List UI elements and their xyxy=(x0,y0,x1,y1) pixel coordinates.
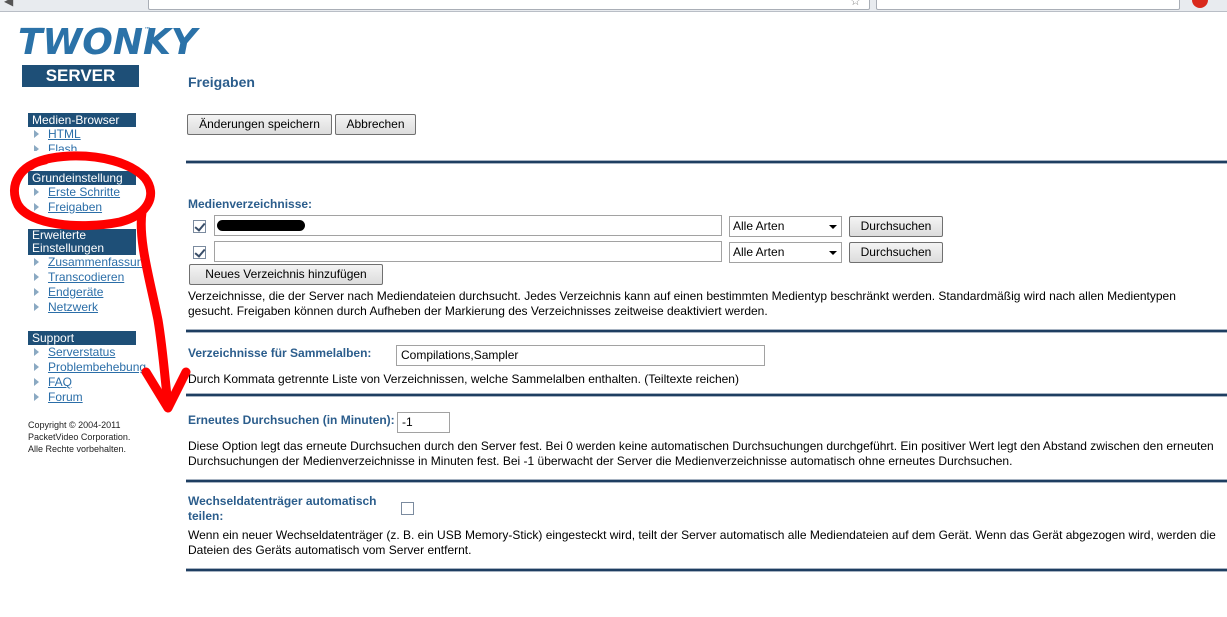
sidebar-item-troubleshooting[interactable]: Problembehebung xyxy=(28,360,146,375)
page-title: Freigaben xyxy=(188,74,255,90)
media-dir-2-path-input[interactable] xyxy=(214,241,722,262)
nav-group-advanced-settings: Erweiterte Einstellungen Zusammenfassung… xyxy=(28,229,150,315)
triangle-right-icon xyxy=(34,130,39,138)
logo-product-text: SERVER xyxy=(22,65,139,87)
removable-label: Wechseldatenträger automatisch teilen: xyxy=(188,494,377,523)
sidebar-item-flash[interactable]: Flash xyxy=(28,142,136,151)
section-divider xyxy=(186,568,1227,572)
sidebar-link-server-status[interactable]: Serverstatus xyxy=(48,345,115,359)
browser-search-box[interactable] xyxy=(876,0,1180,10)
copyright-notice: Copyright © 2004-2011 PacketVideo Corpor… xyxy=(28,419,158,455)
sidebar-item-faq[interactable]: FAQ xyxy=(28,375,146,390)
sidebar-link-first-steps[interactable]: Erste Schritte xyxy=(48,185,120,199)
media-dir-1-type-select[interactable]: Alle Arten xyxy=(729,216,842,237)
triangle-right-icon xyxy=(34,348,39,356)
media-dir-1-path-input[interactable] xyxy=(214,215,722,236)
nav-heading-media-browser: Medien-Browser xyxy=(28,113,136,127)
copyright-line: PacketVideo Corporation. xyxy=(28,432,131,442)
triangle-right-icon xyxy=(34,258,39,266)
stop-icon[interactable] xyxy=(1192,0,1208,8)
section-divider xyxy=(186,479,1227,483)
nav-group-support: Support Serverstatus Problembehebung FAQ… xyxy=(28,331,146,405)
sidebar-item-transcoding[interactable]: Transcodieren xyxy=(28,270,150,285)
section-divider xyxy=(186,160,1227,164)
cancel-button[interactable]: Abbrechen xyxy=(335,114,416,135)
nav-group-media-browser: Medien-Browser HTML Flash xyxy=(28,113,136,151)
media-dirs-description: Verzeichnisse, die der Server nach Medie… xyxy=(188,289,1176,318)
sidebar-link-transcoding[interactable]: Transcodieren xyxy=(48,270,124,284)
media-dirs-label: Medienverzeichnisse: xyxy=(188,197,313,211)
nav-heading-basic-settings: Grundeinstellung xyxy=(28,171,136,185)
compilations-description: Durch Kommata getrennte Liste von Verzei… xyxy=(188,372,739,386)
save-changes-button[interactable]: Änderungen speichern xyxy=(187,114,332,135)
browser-toolbar: ◀ ☆ xyxy=(0,0,1227,12)
sidebar-item-shares[interactable]: Freigaben xyxy=(28,200,136,215)
media-dir-1-checkbox[interactable] xyxy=(193,220,206,233)
sidebar-link-html[interactable]: HTML xyxy=(48,127,81,141)
sidebar-item-devices[interactable]: Endgeräte xyxy=(28,285,150,300)
triangle-right-icon xyxy=(34,273,39,281)
sidebar-link-forum[interactable]: Forum xyxy=(48,390,83,404)
removable-description: Wenn ein neuer Wechseldatenträger (z. B.… xyxy=(188,528,1216,557)
sidebar-link-troubleshooting[interactable]: Problembehebung xyxy=(48,360,146,374)
sidebar-link-shares[interactable]: Freigaben xyxy=(48,200,102,214)
media-dir-2-type-select[interactable]: Alle Arten xyxy=(729,242,842,263)
sidebar-item-html[interactable]: HTML xyxy=(28,127,136,142)
logo-trademark: ™ xyxy=(144,26,151,34)
triangle-right-icon xyxy=(34,145,39,151)
sidebar-link-flash[interactable]: Flash xyxy=(48,142,77,151)
add-directory-button[interactable]: Neues Verzeichnis hinzufügen xyxy=(189,264,383,285)
twonky-logo: TWONKY ™ SERVER xyxy=(18,24,197,94)
compilations-input[interactable]: Compilations,Sampler xyxy=(396,345,765,366)
removable-checkbox[interactable] xyxy=(401,502,414,515)
triangle-right-icon xyxy=(34,303,39,311)
triangle-right-icon xyxy=(34,378,39,386)
redacted-path xyxy=(217,220,305,231)
media-dir-1-browse-button[interactable]: Durchsuchen xyxy=(849,216,943,237)
sidebar-link-network[interactable]: Netzwerk xyxy=(48,300,98,314)
triangle-right-icon xyxy=(34,363,39,371)
compilations-label: Verzeichnisse für Sammelalben: xyxy=(188,346,372,360)
triangle-right-icon xyxy=(34,393,39,401)
copyright-line: Alle Rechte vorbehalten. xyxy=(28,444,127,454)
sidebar-item-summary[interactable]: Zusammenfassung xyxy=(28,255,150,270)
sidebar-link-summary[interactable]: Zusammenfassung xyxy=(48,255,150,269)
sidebar-item-first-steps[interactable]: Erste Schritte xyxy=(28,185,136,200)
triangle-right-icon xyxy=(34,203,39,211)
rescan-input[interactable]: -1 xyxy=(397,412,450,433)
sidebar-item-server-status[interactable]: Serverstatus xyxy=(28,345,146,360)
media-dir-2-type-value: Alle Arten xyxy=(733,245,785,259)
address-bar[interactable] xyxy=(148,0,870,10)
sidebar: TWONKY ™ SERVER Medien-Browser HTML Flas… xyxy=(0,12,197,617)
sidebar-item-network[interactable]: Netzwerk xyxy=(28,300,150,315)
chevron-down-icon xyxy=(829,225,837,229)
sidebar-link-devices[interactable]: Endgeräte xyxy=(48,285,103,299)
nav-group-basic-settings: Grundeinstellung Erste Schritte Freigabe… xyxy=(28,171,136,215)
back-arrow-icon[interactable]: ◀ xyxy=(4,0,13,8)
main-content: Freigaben Änderungen speichern Abbrechen… xyxy=(186,12,1227,617)
media-dir-1-type-value: Alle Arten xyxy=(733,219,785,233)
logo-brand-text: TWONKY xyxy=(18,22,197,63)
nav-heading-support: Support xyxy=(28,331,136,345)
media-dir-2-checkbox[interactable] xyxy=(193,246,206,259)
copyright-line: Copyright © 2004-2011 xyxy=(28,420,121,430)
nav-heading-advanced-settings: Erweiterte Einstellungen xyxy=(28,229,136,255)
chevron-down-icon xyxy=(829,251,837,255)
sidebar-item-forum[interactable]: Forum xyxy=(28,390,146,405)
section-divider xyxy=(186,329,1227,333)
triangle-right-icon xyxy=(34,188,39,196)
rescan-description: Diese Option legt das erneute Durchsuche… xyxy=(188,439,1214,468)
media-dir-2-browse-button[interactable]: Durchsuchen xyxy=(849,242,943,263)
rescan-label: Erneutes Durchsuchen (in Minuten): xyxy=(188,413,395,427)
triangle-right-icon xyxy=(34,288,39,296)
section-divider xyxy=(186,393,1227,397)
sidebar-link-faq[interactable]: FAQ xyxy=(48,375,72,389)
bookmark-star-icon[interactable]: ☆ xyxy=(850,0,861,8)
